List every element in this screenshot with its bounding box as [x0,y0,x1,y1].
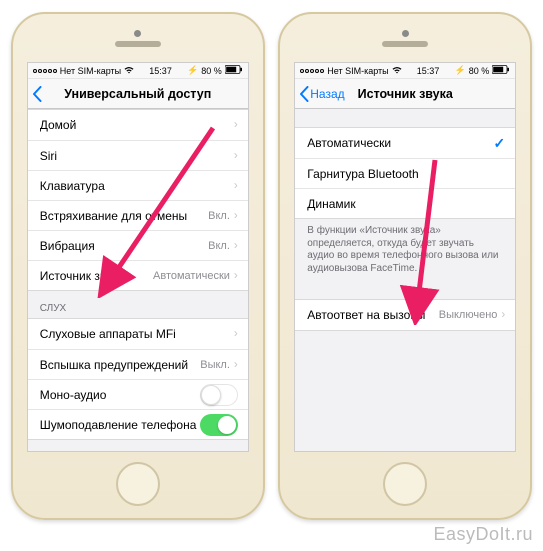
home-button[interactable] [116,462,160,506]
row-bluetooth[interactable]: Гарнитура Bluetooth [295,158,515,188]
phone-top [280,14,530,62]
status-bar: Нет SIM-карты 15:37 ⚡ 80 % [295,63,515,79]
back-button[interactable]: Назад [295,86,344,102]
footer-note: В функции «Источник звука» определяется,… [295,219,515,281]
auto-answer-list: Автоответ на вызовы Выключено › [295,299,515,331]
signal-icon [33,69,57,73]
row-label: Siri [40,149,234,163]
battery-charging-icon: ⚡ [187,65,198,76]
time-label: 15:37 [417,66,440,76]
status-bar: Нет SIM-карты 15:37 ⚡ 80 % [28,63,248,79]
carrier-label: Нет SIM-карты [327,66,388,76]
row-automatic[interactable]: Автоматически ✓ [295,128,515,158]
settings-list-1: Домой › Siri › Клавиатура › Встряхивание… [28,109,248,291]
battery-label: 80 % [201,66,222,76]
chevron-left-icon [299,86,309,102]
row-led-flash[interactable]: Вспышка предупреждений Выкл. › [28,349,248,379]
row-vibration[interactable]: Вибрация Вкл. › [28,230,248,260]
row-label: Вибрация [40,239,208,253]
row-noise-cancellation[interactable]: Шумоподавление телефона [28,409,248,439]
signal-icon [300,69,324,73]
chevron-left-icon [32,86,42,102]
nav-bar: Назад Источник звука [295,79,515,109]
row-label: Клавиатура [40,179,234,193]
row-speaker[interactable]: Динамик [295,188,515,218]
row-label: Вспышка предупреждений [40,358,201,372]
chevron-right-icon: › [234,150,238,162]
wifi-icon [392,66,402,76]
nav-bar: Универсальный доступ [28,79,248,109]
row-label: Слуховые аппараты MFi [40,327,234,341]
nav-title: Источник звука [358,87,453,101]
row-audio-source[interactable]: Источник звука Автоматически › [28,260,248,290]
back-button[interactable] [28,86,43,102]
row-value: Вкл. [208,210,230,222]
row-value: Выключено [439,309,498,321]
row-label: Моно-аудио [40,388,200,402]
chevron-right-icon: › [234,359,238,371]
row-label: Источник звука [40,269,153,283]
row-label: Гарнитура Bluetooth [307,167,505,181]
chevron-right-icon: › [501,309,505,321]
chevron-right-icon: › [234,328,238,340]
battery-charging-icon: ⚡ [455,65,466,76]
row-auto-answer[interactable]: Автоответ на вызовы Выключено › [295,300,515,330]
row-siri[interactable]: Siri › [28,140,248,170]
wifi-icon [124,66,134,76]
row-value: Вкл. [208,240,230,252]
row-label: Автоматически [307,136,493,150]
phone-top [13,14,263,62]
phone-left: Нет SIM-карты 15:37 ⚡ 80 % [11,12,265,520]
row-label: Встряхивание для отмены [40,209,208,223]
chevron-right-icon: › [234,210,238,222]
row-label: Динамик [307,197,505,211]
chevron-right-icon: › [234,180,238,192]
row-value: Выкл. [200,359,230,371]
chevron-right-icon: › [234,119,238,131]
audio-source-list: Автоматически ✓ Гарнитура Bluetooth Дина… [295,127,515,219]
row-keyboard[interactable]: Клавиатура › [28,170,248,200]
row-label: Автоответ на вызовы [307,308,439,322]
row-home[interactable]: Домой › [28,110,248,140]
time-label: 15:37 [149,66,172,76]
nav-title: Универсальный доступ [64,87,211,101]
checkmark-icon: ✓ [494,135,506,152]
chevron-right-icon: › [234,240,238,252]
row-label: Домой [40,118,234,132]
chevron-right-icon: › [234,270,238,282]
watermark: EasyDoIt.ru [433,524,533,545]
row-label: Шумоподавление телефона [40,418,200,432]
battery-label: 80 % [469,66,490,76]
row-hearing-aids[interactable]: Слуховые аппараты MFi › [28,319,248,349]
home-button[interactable] [383,462,427,506]
phone-right: Нет SIM-карты 15:37 ⚡ 80 % Наза [278,12,532,520]
row-mono-audio[interactable]: Моно-аудио [28,379,248,409]
section-header-hearing: СЛУХ [28,291,248,318]
row-shake-undo[interactable]: Встряхивание для отмены Вкл. › [28,200,248,230]
battery-icon [225,65,243,76]
row-value: Автоматически [153,270,230,282]
toggle-off[interactable] [200,384,238,406]
carrier-label: Нет SIM-карты [60,66,121,76]
toggle-on[interactable] [200,414,238,436]
screen-left: Нет SIM-карты 15:37 ⚡ 80 % [27,62,249,452]
screen-right: Нет SIM-карты 15:37 ⚡ 80 % Наза [294,62,516,452]
settings-list-2: Слуховые аппараты MFi › Вспышка предупре… [28,318,248,440]
back-label: Назад [310,87,344,101]
battery-icon [492,65,510,76]
